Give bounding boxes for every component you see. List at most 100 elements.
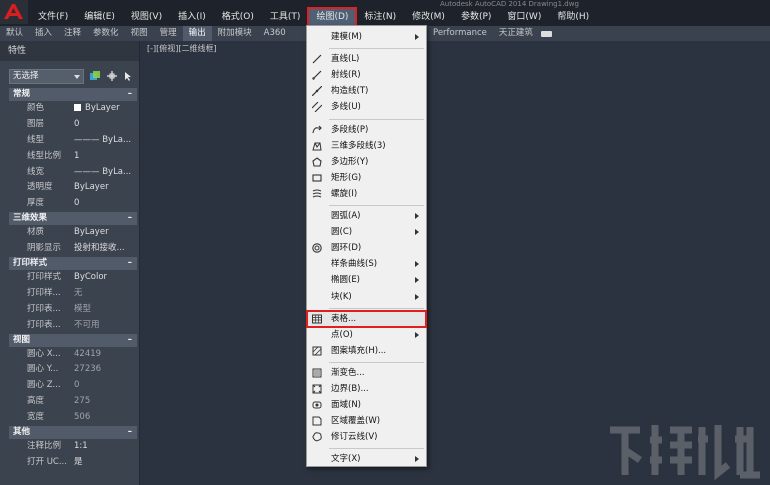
draw-menu-item[interactable]: 多段线(P) bbox=[307, 122, 426, 138]
property-row[interactable]: 宽度 506 bbox=[9, 410, 137, 426]
collapse-icon[interactable]: – bbox=[128, 426, 132, 439]
3dpoly-icon bbox=[312, 142, 322, 151]
property-row[interactable]: 圆心 Z... 0 bbox=[9, 378, 137, 394]
draw-menu-label: 表格... bbox=[331, 313, 357, 324]
draw-menu-item[interactable]: 射线(R) bbox=[307, 67, 426, 83]
revcloud-icon bbox=[312, 432, 322, 442]
draw-menu-item[interactable]: 螺旋(I) bbox=[307, 186, 426, 202]
menu-1[interactable]: 编辑(E) bbox=[76, 8, 123, 26]
draw-menu-item[interactable]: 多边形(Y) bbox=[307, 154, 426, 170]
draw-menu-item[interactable]: 块(K) bbox=[307, 289, 426, 305]
draw-menu-item[interactable]: 构造线(T) bbox=[307, 83, 426, 99]
draw-menu-item[interactable]: 多线(U) bbox=[307, 99, 426, 115]
draw-menu-item[interactable]: 直线(L) bbox=[307, 51, 426, 67]
ribbon-tab-3[interactable]: 参数化 bbox=[87, 26, 125, 41]
gradient-icon bbox=[312, 368, 322, 378]
section-title: 三维效果 bbox=[13, 213, 48, 224]
property-row[interactable]: 打开 UC... 是 bbox=[9, 455, 137, 471]
draw-menu-item[interactable]: 圆(C) bbox=[307, 224, 426, 240]
draw-dropdown-menu: 建模(M) 直线(L) 射线(R) 构造线(T) 多线(U) 多段线(P) 三维多段线(3)… bbox=[306, 25, 427, 467]
collapse-icon[interactable]: – bbox=[128, 212, 132, 225]
menu-7[interactable]: 标注(N) bbox=[356, 8, 404, 26]
autocad-logo-icon[interactable] bbox=[0, 0, 28, 24]
draw-menu-item[interactable]: 建模(M) bbox=[307, 29, 426, 45]
menu-separator bbox=[329, 118, 424, 120]
property-row[interactable]: 线型比例 1 bbox=[9, 149, 137, 165]
collapse-icon[interactable]: – bbox=[128, 257, 132, 270]
section-header[interactable]: 三维效果 – bbox=[9, 212, 137, 226]
property-row[interactable]: 图层 0 bbox=[9, 117, 137, 133]
region-icon bbox=[312, 401, 322, 409]
ribbon-tab-right-1[interactable]: 天正建筑 bbox=[493, 26, 539, 41]
draw-menu-item[interactable]: 椭圆(E) bbox=[307, 272, 426, 288]
menu-9[interactable]: 参数(P) bbox=[453, 8, 499, 26]
draw-menu-item[interactable]: 渐变色... bbox=[307, 365, 426, 381]
line-icon bbox=[312, 54, 322, 64]
selection-dropdown[interactable]: 无选择 bbox=[9, 69, 84, 84]
draw-menu-item[interactable]: 图案填充(H)... bbox=[307, 343, 426, 359]
ribbon-tab-7[interactable]: 附加模块 bbox=[212, 26, 258, 41]
select-objects-icon[interactable] bbox=[106, 70, 118, 82]
menu-5[interactable]: 工具(T) bbox=[262, 8, 309, 26]
draw-menu-item[interactable]: 修订云线(V) bbox=[307, 429, 426, 445]
menu-0[interactable]: 文件(F) bbox=[30, 8, 76, 26]
property-row[interactable]: 厚度 0 bbox=[9, 196, 137, 212]
draw-menu-item[interactable]: 圆弧(A) bbox=[307, 208, 426, 224]
draw-menu-item[interactable]: 样条曲线(S) bbox=[307, 256, 426, 272]
property-row[interactable]: 线型 ——— ByLa... bbox=[9, 133, 137, 149]
property-row[interactable]: 高度 275 bbox=[9, 394, 137, 410]
menu-10[interactable]: 窗口(W) bbox=[499, 8, 549, 26]
property-row[interactable]: 圆心 X... 42419 bbox=[9, 347, 137, 363]
draw-menu-item[interactable]: 表格... bbox=[306, 309, 427, 328]
rectangle-icon bbox=[312, 174, 322, 182]
property-row[interactable]: 线宽 ——— ByLa... bbox=[9, 165, 137, 181]
quick-select-icon[interactable] bbox=[122, 70, 134, 82]
section-header[interactable]: 常规 – bbox=[9, 88, 137, 101]
property-row[interactable]: 颜色 ByLayer bbox=[9, 101, 137, 117]
section-header[interactable]: 视图 – bbox=[9, 333, 137, 347]
toggle-pickadd-icon[interactable] bbox=[89, 70, 101, 82]
property-row[interactable]: 打印样... 无 bbox=[9, 286, 137, 302]
draw-menu-item[interactable]: 面域(N) bbox=[307, 397, 426, 413]
draw-menu-item[interactable]: 三维多段线(3) bbox=[307, 138, 426, 154]
draw-menu-item[interactable]: 区域覆盖(W) bbox=[307, 413, 426, 429]
ribbon-options-icon[interactable] bbox=[539, 26, 555, 41]
property-row[interactable]: 打印表... 模型 bbox=[9, 302, 137, 318]
ribbon-tab-4[interactable]: 视图 bbox=[125, 26, 154, 41]
ribbon-tab-1[interactable]: 插入 bbox=[29, 26, 58, 41]
collapse-icon[interactable]: – bbox=[128, 88, 132, 101]
menu-11[interactable]: 帮助(H) bbox=[549, 8, 597, 26]
property-row[interactable]: 打印样式 ByColor bbox=[9, 270, 137, 286]
property-row[interactable]: 注释比例 1:1 bbox=[9, 439, 137, 455]
ribbon-tab-6[interactable]: 输出 bbox=[182, 26, 212, 41]
menu-3[interactable]: 插入(I) bbox=[170, 8, 214, 26]
property-row[interactable]: 阴影显示 投射和接收... bbox=[9, 241, 137, 257]
draw-menu-item[interactable]: 矩形(G) bbox=[307, 170, 426, 186]
section-header[interactable]: 打印样式 – bbox=[9, 257, 137, 271]
draw-menu-label: 圆弧(A) bbox=[331, 211, 361, 221]
menu-6[interactable]: 绘图(D) bbox=[307, 7, 358, 27]
viewport-controls-label[interactable]: [-][俯视][二维线框] bbox=[147, 43, 217, 54]
ribbon-tab-8[interactable]: A360 bbox=[258, 26, 292, 41]
menu-2[interactable]: 视图(V) bbox=[123, 8, 170, 26]
section-header[interactable]: 其他 – bbox=[9, 426, 137, 440]
draw-menu-item[interactable]: 边界(B)... bbox=[307, 381, 426, 397]
property-name: 线宽 bbox=[27, 166, 45, 177]
draw-menu-item[interactable]: 圆环(D) bbox=[307, 240, 426, 256]
menu-4[interactable]: 格式(O) bbox=[214, 8, 262, 26]
menu-8[interactable]: 修改(M) bbox=[404, 8, 453, 26]
draw-menu-item[interactable]: 点(O) bbox=[307, 327, 426, 343]
property-value: 是 bbox=[74, 456, 83, 467]
property-value: 0 bbox=[74, 380, 80, 391]
ribbon-tab-2[interactable]: 注释 bbox=[58, 26, 87, 41]
property-row[interactable]: 圆心 Y... 27236 bbox=[9, 362, 137, 378]
draw-menu-label: 边界(B)... bbox=[331, 384, 369, 394]
ribbon-tab-right-0[interactable]: Performance bbox=[427, 26, 493, 41]
property-row[interactable]: 材质 ByLayer bbox=[9, 225, 137, 241]
draw-menu-item[interactable]: 文字(X) bbox=[307, 451, 426, 467]
collapse-icon[interactable]: – bbox=[128, 334, 132, 347]
ribbon-tab-5[interactable]: 管理 bbox=[154, 26, 183, 41]
ribbon-tab-0[interactable]: 默认 bbox=[0, 26, 29, 41]
property-row[interactable]: 打印表... 不可用 bbox=[9, 318, 137, 334]
property-row[interactable]: 透明度 ByLayer bbox=[9, 180, 137, 196]
